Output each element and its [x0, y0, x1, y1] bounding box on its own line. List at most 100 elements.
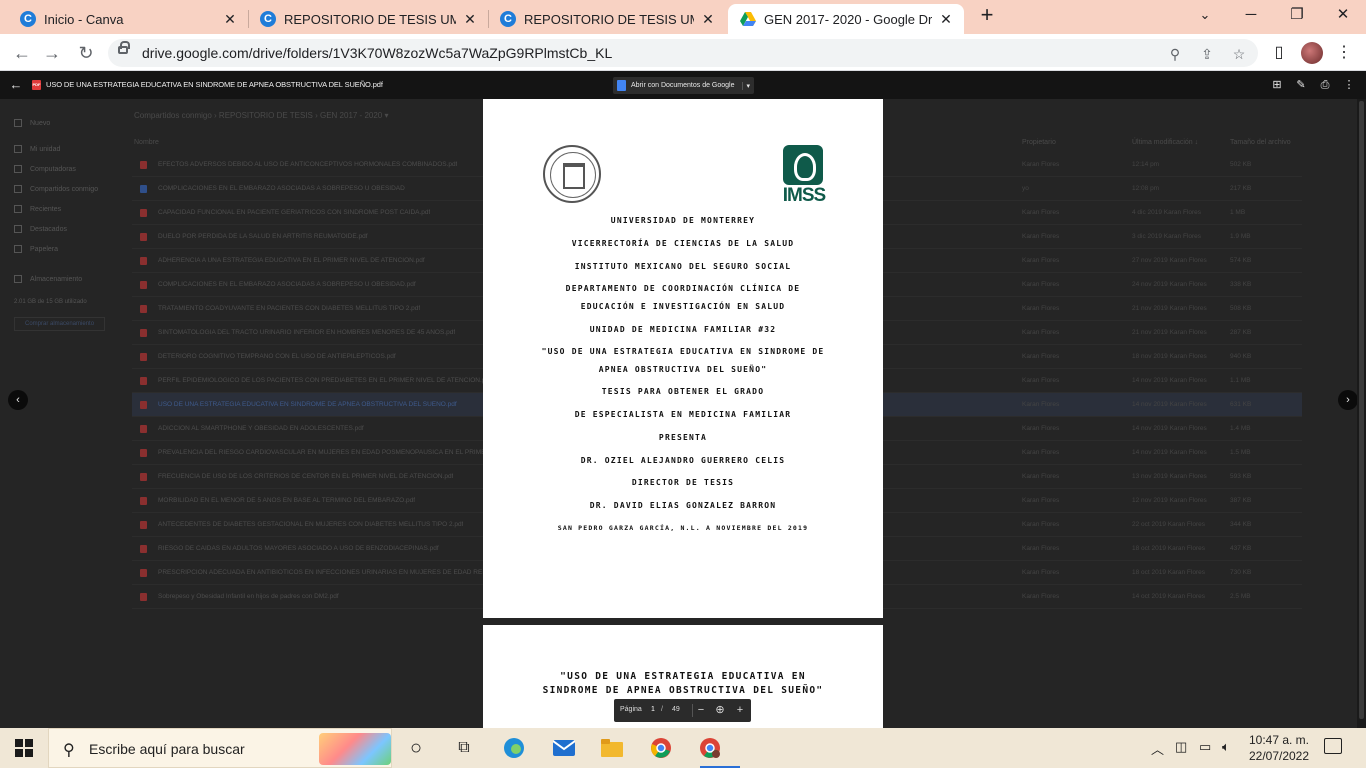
computer-icon [14, 165, 22, 173]
file-explorer-icon[interactable] [598, 734, 626, 762]
new-tab-button[interactable]: + [976, 4, 998, 27]
file-modified: 14 oct 2019 Karan Flores [1132, 593, 1205, 600]
edge-icon[interactable] [500, 734, 528, 762]
mail-icon[interactable] [550, 734, 578, 762]
file-modified: 27 nov 2019 Karan Flores [1132, 257, 1207, 264]
show-hidden-icons-icon[interactable]: ︿ [1151, 739, 1164, 758]
page-separator: / [661, 706, 663, 713]
buy-storage-button: Comprar almacenamiento [14, 317, 106, 331]
drive-sidebar: Nuevo Mi unidad Computadoras Compartidos… [0, 111, 120, 711]
reload-icon[interactable]: ↻ [73, 40, 99, 66]
file-modified: 13 nov 2019 Karan Flores [1132, 473, 1207, 480]
close-tab-icon[interactable]: ✕ [938, 11, 954, 28]
file-owner: Karan Flores [1022, 473, 1060, 480]
page-navigator: Página 1 / 49 − ⊕ + [614, 699, 751, 722]
tab-repositorio-1[interactable]: C REPOSITORIO DE TESIS UMF 32 I ✕ [248, 4, 488, 34]
pdf-scrollbar[interactable] [1357, 99, 1366, 728]
comment-icon[interactable]: ✎ [1293, 77, 1309, 93]
clock-date: 22/07/2022 [1248, 749, 1310, 763]
battery-icon[interactable]: ▭ [1199, 739, 1211, 755]
add-to-drive-icon[interactable]: ⊞ [1269, 77, 1285, 93]
print-icon[interactable]: ⎙ [1317, 77, 1333, 93]
search-highlight-image [319, 733, 391, 765]
zoom-reset-icon[interactable]: ⊕ [713, 703, 727, 717]
file-name: Sobrepeso y Obesidad Infantil en hijos d… [158, 593, 339, 600]
file-name: TRATAMIENTO COADYUVANTE EN PACIENTES CON… [158, 305, 421, 312]
pdf-text-line: APNEA OBSTRUCTIVA DEL SUEÑO" [598, 365, 768, 374]
clock-icon [14, 205, 22, 213]
current-page-input[interactable]: 1 [648, 706, 658, 713]
close-tab-icon[interactable]: ✕ [222, 11, 238, 28]
task-view-icon[interactable]: ⧉ [450, 734, 478, 762]
file-modified: 22 oct 2019 Karan Flores [1132, 521, 1205, 528]
open-with-button[interactable]: Abrir con Documentos de Google ▾ [613, 77, 755, 94]
side-panel-icon[interactable]: ▯ [1266, 40, 1292, 66]
previous-file-icon[interactable]: ‹ [8, 390, 28, 410]
file-modified: 21 nov 2019 Karan Flores [1132, 305, 1207, 312]
volume-icon[interactable]: 🔈︎ [1222, 739, 1230, 755]
zoom-icon[interactable]: ⚲ [1166, 45, 1184, 63]
pdf-text-line: "USO DE UNA ESTRATEGIA EDUCATIVA EN [560, 671, 806, 682]
close-tab-icon[interactable]: ✕ [462, 11, 478, 28]
zoom-in-icon[interactable]: + [733, 703, 747, 717]
more-options-icon[interactable]: ⋮ [1341, 77, 1357, 93]
tab-canva[interactable]: C Inicio - Canva ✕ [8, 4, 248, 34]
zoom-out-icon[interactable]: − [694, 703, 708, 717]
tab-repositorio-2[interactable]: C REPOSITORIO DE TESIS UMF 32 I ✕ [488, 4, 726, 34]
profile-avatar[interactable] [1301, 42, 1323, 64]
tab-title: GEN 2017- 2020 - Google Drive [764, 11, 932, 27]
file-modified: 24 nov 2019 Karan Flores [1132, 281, 1207, 288]
file-modified: 14 nov 2019 Karan Flores [1132, 449, 1207, 456]
minimize-button[interactable]: ─ [1228, 4, 1274, 28]
chrome-icon[interactable] [647, 734, 675, 762]
browser-menu-icon[interactable]: ⋮ [1331, 40, 1357, 66]
notification-icon[interactable] [1324, 738, 1342, 754]
file-owner: Karan Flores [1022, 257, 1060, 264]
file-owner: Karan Flores [1022, 569, 1060, 576]
windows-start-icon[interactable] [15, 739, 33, 757]
back-icon[interactable]: ← [9, 40, 35, 66]
file-owner: Karan Flores [1022, 425, 1060, 432]
column-name: Nombre [134, 139, 159, 146]
file-name: PREVALENCIA DEL RIESGO CARDIOVASCULAR EN… [158, 449, 488, 456]
next-file-icon[interactable]: › [1338, 390, 1358, 410]
file-name: MORBILIDAD EN EL MENOR DE 5 AÑOS EN BASE… [158, 497, 416, 504]
chrome-profile-icon[interactable] [696, 734, 740, 768]
tab-google-drive[interactable]: GEN 2017- 2020 - Google Drive ✕ [728, 4, 964, 34]
file-modified: 14 nov 2019 Karan Flores [1132, 377, 1207, 384]
close-window-button[interactable]: ✕ [1320, 4, 1366, 28]
cortana-icon[interactable]: ○ [402, 734, 430, 762]
file-size: 387 KB [1230, 497, 1252, 504]
sidebar-label: Papelera [30, 245, 59, 253]
file-owner: Karan Flores [1022, 209, 1060, 216]
tab-search-icon[interactable]: ⌄ [1182, 4, 1228, 28]
forward-icon[interactable]: → [39, 40, 65, 66]
share-icon[interactable]: ⇪ [1198, 45, 1216, 63]
pdf-text-line: VICERRECTORÍA DE CIENCIAS DE LA SALUD [571, 239, 795, 248]
back-arrow-icon[interactable]: ← [8, 76, 24, 94]
scrollbar-thumb[interactable] [1359, 101, 1364, 719]
pdf-file-icon [140, 329, 147, 337]
tab-title: Inicio - Canva [44, 11, 124, 27]
pdf-file-icon: PDF [32, 80, 41, 90]
file-modified: 18 oct 2019 Karan Flores [1132, 545, 1205, 552]
file-name: PERFIL EPIDEMIOLOGICO DE LOS PACIENTES C… [158, 377, 488, 384]
pdf-file-icon [140, 569, 147, 577]
system-clock[interactable]: 10:47 a. m. 22/07/2022 [1246, 732, 1312, 764]
restore-button[interactable]: ❐ [1274, 4, 1320, 28]
file-modified: 4 dic 2019 Karan Flores [1132, 209, 1202, 216]
pdf-file-icon [140, 521, 147, 529]
bookmark-star-icon[interactable]: ☆ [1230, 45, 1248, 63]
address-bar[interactable]: drive.google.com/drive/folders/1V3K70W8z… [108, 39, 1258, 67]
meet-now-icon[interactable]: ◫ [1175, 739, 1187, 755]
file-name: EFECTOS ADVERSOS DEBIDO AL USO DE ANTICO… [158, 161, 458, 168]
chevron-down-icon[interactable]: ▾ [741, 81, 750, 90]
file-owner: Karan Flores [1022, 329, 1060, 336]
close-tab-icon[interactable]: ✕ [700, 11, 716, 28]
file-name: ADICCION AL SMARTPHONE Y OBESIDAD EN ADO… [158, 425, 364, 432]
file-name: DETERIORO COGNITIVO TEMPRANO CON EL USO … [158, 353, 396, 360]
taskbar-search[interactable]: ⚲ Escribe aquí para buscar [48, 728, 392, 768]
pdf-text-line: DIRECTOR DE TESIS [631, 478, 735, 487]
lock-icon[interactable] [118, 41, 130, 54]
url-text[interactable]: drive.google.com/drive/folders/1V3K70W8z… [142, 45, 612, 61]
